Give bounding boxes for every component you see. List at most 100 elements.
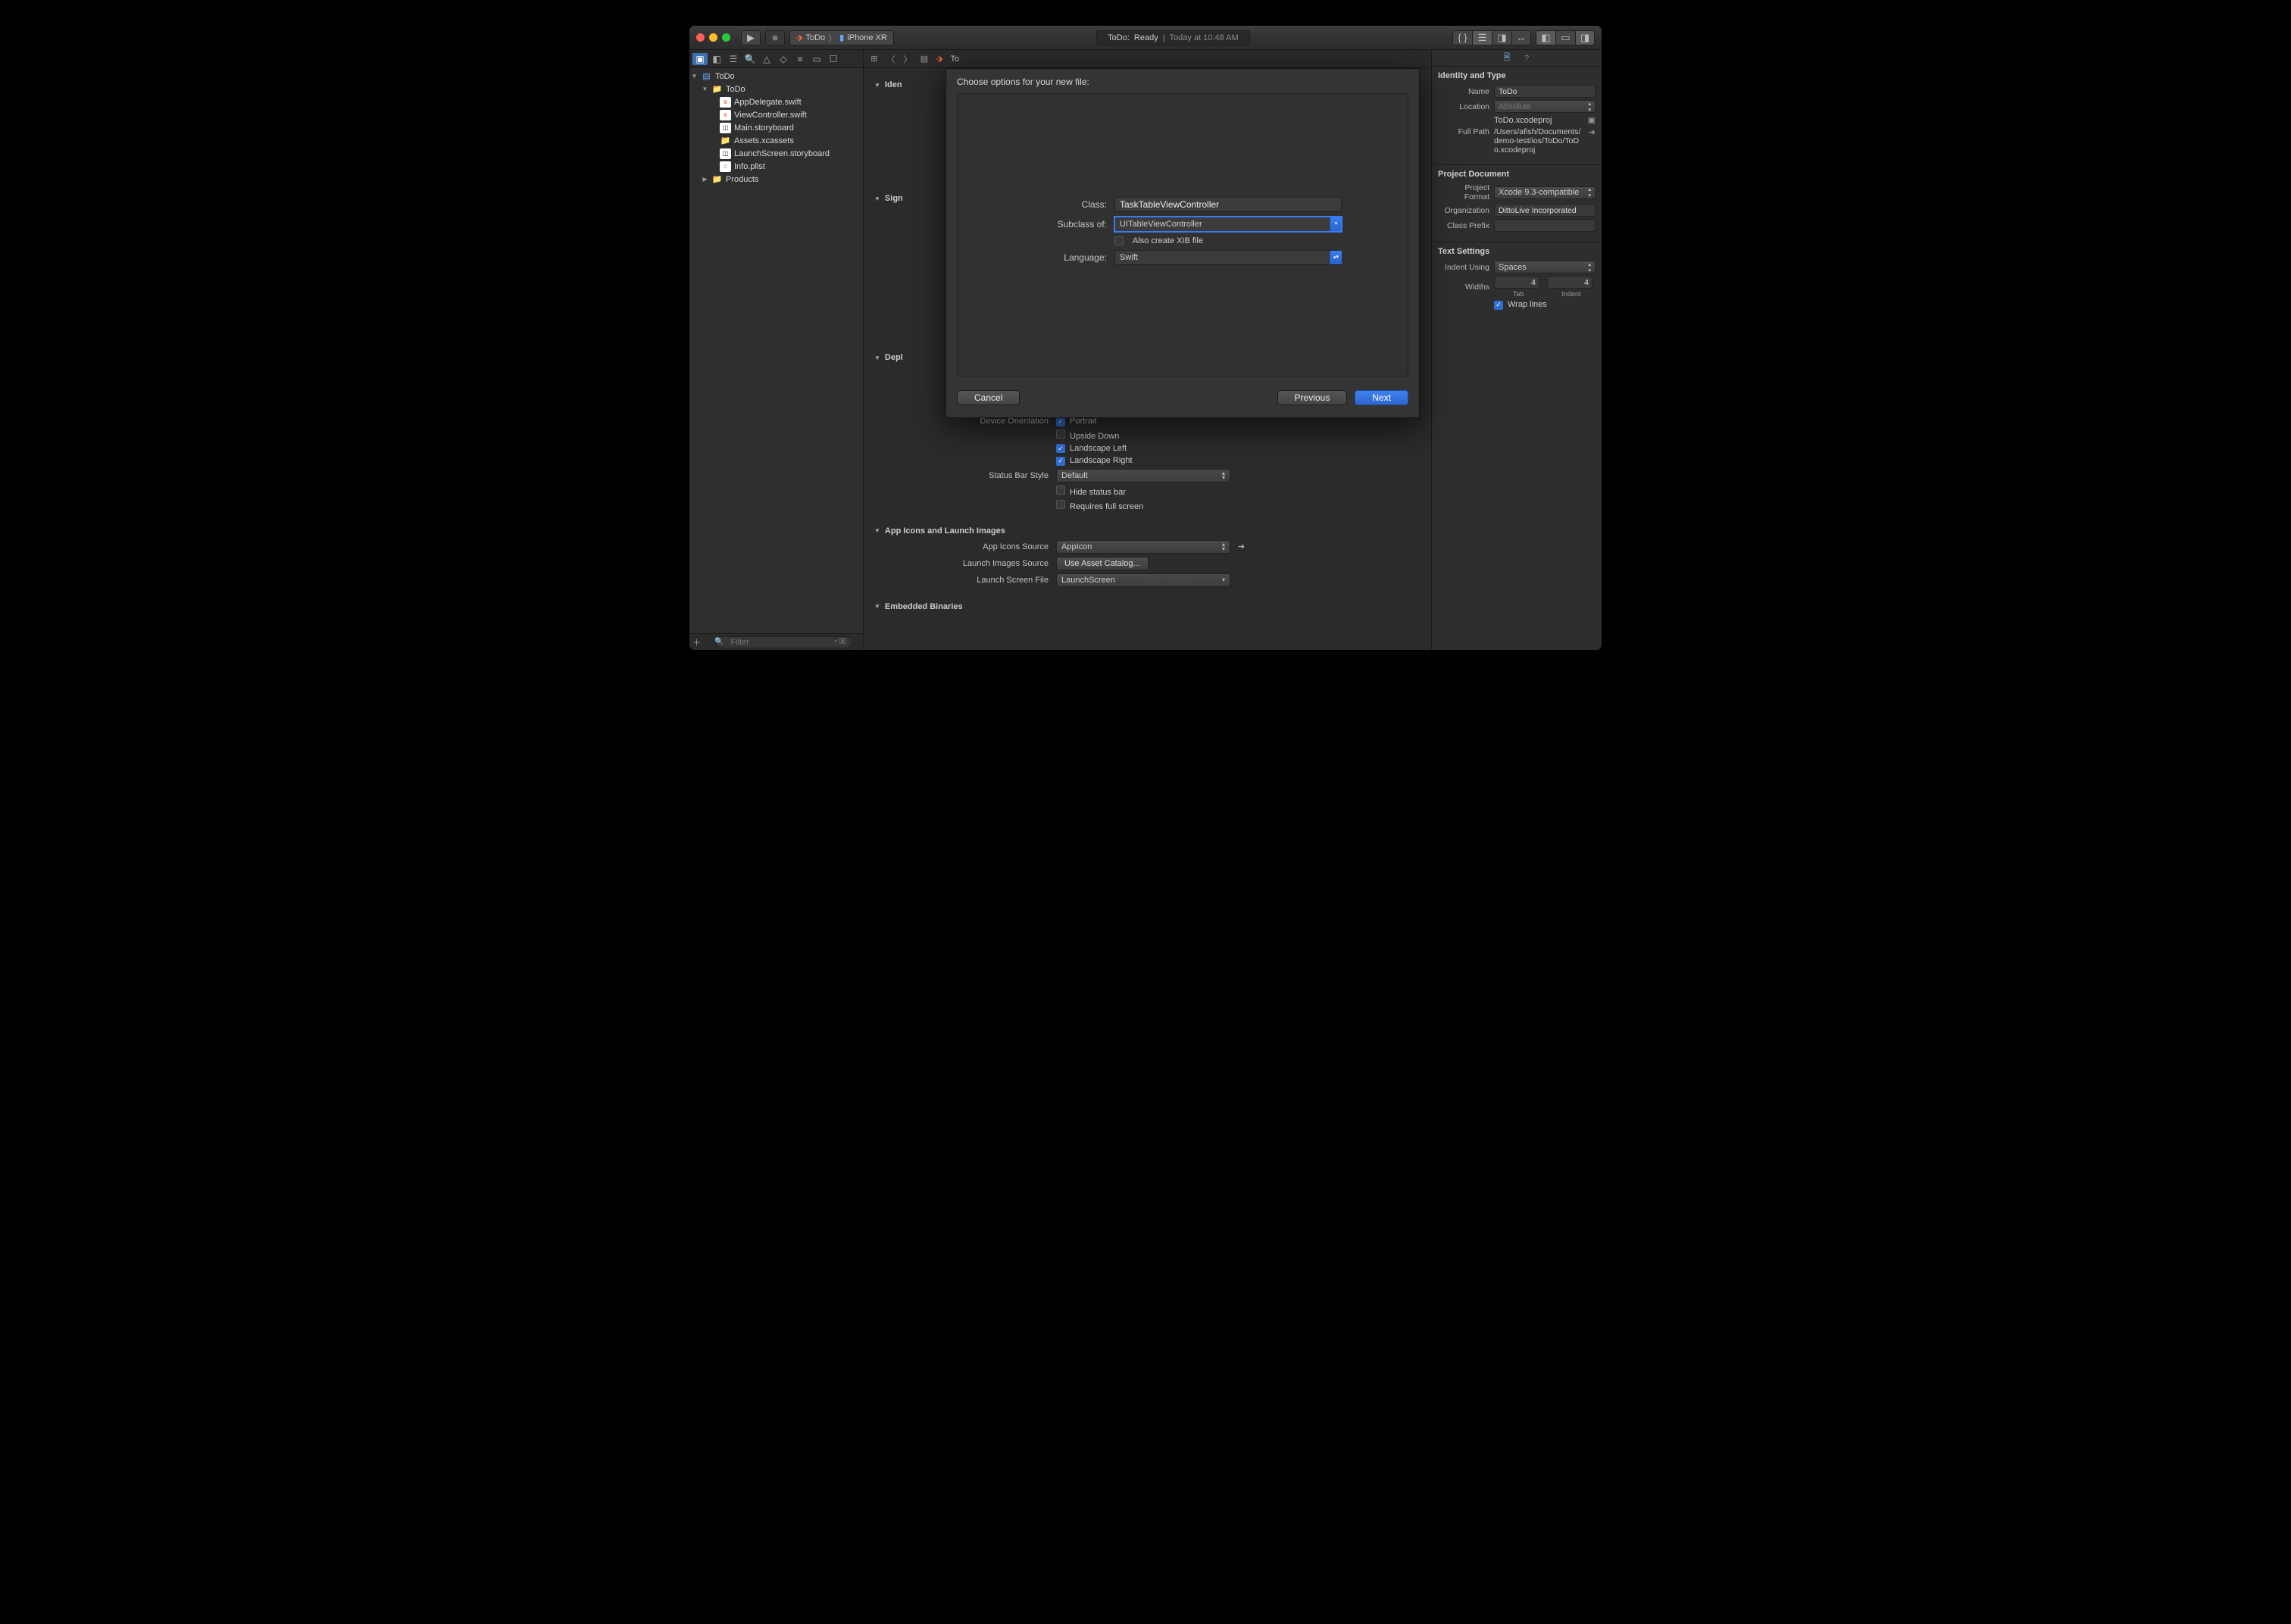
identity-section: Identity and Type Name Location Absolute▴… [1432,67,1602,165]
tree-file-row[interactable]: sViewController.swift [689,108,863,121]
appicons-source-label: App Icons Source [874,542,1049,551]
breakpoint-navigator-tab[interactable]: ▭ [809,53,824,65]
toggle-debug-button[interactable]: ▭ [1555,30,1575,45]
find-navigator-tab[interactable]: 🔍 [742,53,758,65]
tree-products-row[interactable]: ▶📁 Products [689,173,863,186]
tree-file-row[interactable]: ≣Info.plist [689,160,863,173]
debug-navigator-tab[interactable]: ≡ [792,53,808,65]
standard-editor-button[interactable]: { } [1452,30,1472,45]
name-label: Name [1438,87,1489,96]
indent-using-combo[interactable]: Spaces▴▾ [1494,261,1596,273]
language-value: Swift [1120,253,1138,262]
class-name-input[interactable] [1114,197,1342,212]
location-label: Location [1438,102,1489,111]
portrait-checkbox[interactable]: ✓ [1056,417,1065,426]
activity-status: ToDo: Ready | Today at 10:48 AM [1096,30,1250,45]
requires-fullscreen-checkbox[interactable] [1056,500,1065,509]
recent-filter-icon[interactable]: ◔ [833,638,837,646]
status-project: ToDo: [1108,33,1130,42]
review-editor-button[interactable]: ↔ [1511,30,1531,45]
tree-file-row[interactable]: sAppDelegate.swift [689,95,863,108]
folder-icon[interactable]: ▣ [1588,115,1596,125]
forward-button[interactable]: 〉 [900,53,915,65]
wrap-lines-checkbox[interactable]: ✓ [1494,301,1503,310]
next-button[interactable]: Next [1355,390,1408,405]
navigator-panel: ▣ ◧ ☰ 🔍 △ ◇ ≡ ▭ ☐ ▼▤ ToDo ▼📁 ToDo sA [689,50,864,650]
issue-navigator-tab[interactable]: △ [759,53,774,65]
subclass-label: Subclass of: [1024,219,1107,230]
format-combo[interactable]: Xcode 9.3-compatible▴▾ [1494,186,1596,199]
search-icon: 🔍 [714,638,724,646]
cancel-button[interactable]: Cancel [957,390,1020,405]
location-combo[interactable]: Absolute▴▾ [1494,100,1596,113]
org-label: Organization [1438,206,1489,215]
tree-project-row[interactable]: ▼▤ ToDo [689,70,863,83]
tree-file-row[interactable]: ◫Main.storyboard [689,121,863,134]
outline-icon[interactable]: ▤ [917,53,932,65]
create-xib-checkbox[interactable] [1114,236,1124,245]
name-input[interactable] [1494,85,1596,98]
assistant-editor-button[interactable]: ☰ [1472,30,1492,45]
jumpbar-crumb[interactable]: To [947,55,962,64]
appicons-reveal-icon[interactable]: ➜ [1238,542,1245,551]
upside-down-checkbox[interactable] [1056,429,1065,439]
tab-width-stepper[interactable]: 4 [1494,276,1539,289]
appicons-source-combo[interactable]: AppIcon▴▾ [1056,540,1230,554]
version-editor-button[interactable]: ◨ [1492,30,1511,45]
identity-heading: Identity and Type [1438,71,1596,80]
inspector-tabs: 🗎 ? [1432,50,1602,67]
toggle-navigator-button[interactable]: ◧ [1536,30,1555,45]
section-appicons[interactable]: ▼App Icons and Launch Images [864,523,1431,539]
sheet-title: Choose options for your new file: [946,69,1419,93]
test-navigator-tab[interactable]: ◇ [776,53,791,65]
source-control-tab[interactable]: ◧ [709,53,724,65]
xcode-window: ▶ ■ ⬗ ToDo 〉 ▮ iPhone XR ToDo: Ready | T… [689,26,1602,650]
hide-statusbar-checkbox[interactable] [1056,486,1065,495]
panel-toggle-segment: ◧ ▭ ◨ [1536,30,1595,45]
reveal-in-finder-icon[interactable]: ➜ [1589,127,1596,137]
back-button[interactable]: 〈 [883,53,899,65]
file-inspector-tab[interactable]: 🗎 [1500,53,1514,64]
stop-button[interactable]: ■ [765,30,785,45]
prefix-label: Class Prefix [1438,221,1489,230]
navigator-tabs: ▣ ◧ ☰ 🔍 △ ◇ ≡ ▭ ☐ [689,50,863,68]
related-items-icon[interactable]: ⊞ [867,53,882,65]
close-window-icon[interactable] [696,33,705,42]
fullpath-label: Full Path [1438,127,1489,136]
indent-width-stepper[interactable]: 4 [1547,276,1592,289]
scm-filter-icon[interactable]: ☒ [839,638,846,646]
scheme-selector[interactable]: ⬗ ToDo 〉 ▮ iPhone XR [789,30,894,45]
tree-file-row[interactable]: 📁Assets.xcassets [689,134,863,147]
use-asset-catalog-button[interactable]: Use Asset Catalog... [1056,557,1149,570]
prefix-input[interactable] [1494,219,1596,232]
org-input[interactable] [1494,204,1596,217]
add-file-button[interactable]: ＋ [692,636,701,648]
toggle-inspector-button[interactable]: ◨ [1575,30,1595,45]
jump-bar: ⊞ 〈 〉 ▤ ⬗ To [864,50,1431,68]
launch-file-combo[interactable]: LaunchScreen▾ [1056,573,1230,587]
project-navigator-tab[interactable]: ▣ [692,53,708,65]
statusbar-style-combo[interactable]: Default▴▾ [1056,469,1230,483]
filter-input[interactable] [716,636,852,648]
landscape-right-checkbox[interactable]: ✓ [1056,457,1065,466]
section-embedded[interactable]: ▼Embedded Binaries [864,599,1431,614]
landscape-left-checkbox[interactable]: ✓ [1056,444,1065,453]
tree-file-row[interactable]: ◫LaunchScreen.storyboard [689,147,863,160]
chevron-updown-icon: ▴▾ [1330,251,1342,264]
projdoc-heading: Project Document [1438,170,1596,179]
previous-button[interactable]: Previous [1277,390,1348,405]
zoom-window-icon[interactable] [722,33,730,42]
tree-group-row[interactable]: ▼📁 ToDo [689,83,863,95]
symbol-navigator-tab[interactable]: ☰ [726,53,741,65]
new-file-options-sheet: Choose options for your new file: Class:… [945,68,1420,418]
language-combo[interactable]: Swift ▴▾ [1114,250,1342,265]
run-button[interactable]: ▶ [741,30,761,45]
report-navigator-tab[interactable]: ☐ [826,53,841,65]
navigator-filter-bar: ＋ 🔍 ◔☒ [689,633,863,650]
widths-label: Widths [1438,283,1489,292]
chevron-down-icon: ▾ [1330,217,1342,231]
class-label: Class: [1024,199,1107,210]
subclass-combo[interactable]: UITableViewController ▾ [1114,217,1342,232]
help-inspector-tab[interactable]: ? [1520,53,1533,64]
minimize-window-icon[interactable] [709,33,717,42]
